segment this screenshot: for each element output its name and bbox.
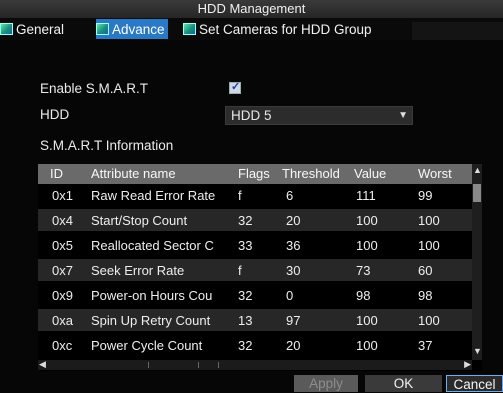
- tab-icon: [183, 23, 196, 35]
- column-header-value[interactable]: Value: [354, 166, 386, 181]
- table-cell: 100: [418, 313, 440, 328]
- scroll-right-icon[interactable]: ▶: [464, 359, 471, 370]
- scroll-left-icon[interactable]: ◀: [39, 359, 46, 370]
- scroll-down-icon[interactable]: ▼: [473, 346, 482, 356]
- table-cell: 20: [286, 213, 301, 228]
- table-cell: f: [238, 263, 242, 278]
- table-cell: 33: [238, 238, 253, 253]
- table-cell: 60: [418, 263, 433, 278]
- hdd-management-window: HDD Management General Advance Set Camer…: [0, 0, 503, 393]
- column-header-flags[interactable]: Flags: [238, 166, 270, 181]
- tab-advance-label: Advance: [112, 21, 165, 37]
- table-cell: 0xc: [52, 338, 73, 353]
- tab-general-label: General: [16, 21, 65, 37]
- table-cell: 100: [356, 338, 378, 353]
- table-cell: 100: [418, 238, 440, 253]
- table-row[interactable]: 0xc Power Cycle Count 32 20 100 37: [38, 334, 472, 356]
- table-cell: 13: [238, 313, 253, 328]
- scroll-tick: [198, 362, 199, 368]
- table-cell: 32: [238, 288, 253, 303]
- cancel-button[interactable]: Cancel: [446, 375, 503, 392]
- table-cell: 0x5: [52, 238, 73, 253]
- table-cell: 0x1: [52, 188, 73, 203]
- hdd-label: HDD: [40, 107, 70, 122]
- scroll-thumb[interactable]: [473, 184, 481, 202]
- table-cell: 20: [286, 338, 301, 353]
- table-cell: 73: [356, 263, 371, 278]
- tab-icon: [0, 23, 13, 35]
- horizontal-scrollbar[interactable]: ◀ ▶: [38, 359, 472, 370]
- table-row[interactable]: 0x9 Power-on Hours Cou 32 0 98 98: [38, 284, 472, 306]
- table-cell: 100: [418, 213, 440, 228]
- column-header-worst[interactable]: Worst: [418, 166, 452, 181]
- table-cell: 0x7: [52, 263, 73, 278]
- table-cell: Raw Read Error Rate: [91, 188, 216, 203]
- table-row[interactable]: 0x5 Reallocated Sector C 33 36 100 100: [38, 234, 472, 256]
- scroll-tick: [148, 362, 149, 368]
- table-cell: 32: [238, 213, 253, 228]
- table-cell: 100: [356, 313, 378, 328]
- table-cell: 0x4: [52, 213, 73, 228]
- table-cell: Power-on Hours Cou: [91, 288, 213, 303]
- table-cell: 99: [418, 188, 433, 203]
- table-cell: 32: [238, 338, 253, 353]
- tab-set-cameras[interactable]: Set Cameras for HDD Group: [183, 19, 372, 39]
- table-cell: Power Cycle Count: [91, 338, 203, 353]
- hdd-select[interactable]: HDD 5 ▼: [225, 106, 413, 125]
- table-cell: 30: [286, 263, 301, 278]
- window-title: HDD Management: [0, 0, 503, 18]
- table-cell: 6: [286, 188, 294, 203]
- ok-button[interactable]: OK: [365, 375, 442, 392]
- column-header-id[interactable]: ID: [50, 166, 63, 181]
- table-header: ID Attribute name Flags Threshold Value …: [38, 164, 472, 184]
- table-cell: 100: [356, 238, 378, 253]
- hdd-select-value: HDD 5: [231, 108, 272, 123]
- tab-strip-filler: [412, 22, 503, 40]
- scroll-tick: [218, 362, 219, 368]
- smart-info-label: S.M.A.R.T Information: [40, 138, 174, 153]
- table-cell: 111: [356, 188, 376, 203]
- enable-smart-checkbox[interactable]: ✓: [229, 81, 241, 94]
- table-cell: Spin Up Retry Count: [91, 313, 211, 328]
- chevron-down-icon: ▼: [398, 110, 408, 121]
- table-cell: 0x9: [52, 288, 73, 303]
- table-row[interactable]: 0x4 Start/Stop Count 32 20 100 100: [38, 209, 472, 231]
- column-header-threshold[interactable]: Threshold: [282, 166, 340, 181]
- column-header-attribute-name[interactable]: Attribute name: [91, 166, 176, 181]
- table-cell: 98: [356, 288, 371, 303]
- table-cell: Start/Stop Count: [91, 213, 188, 228]
- table-cell: Reallocated Sector C: [91, 238, 214, 253]
- table-cell: Seek Error Rate: [91, 263, 185, 278]
- table-row[interactable]: 0x7 Seek Error Rate f 30 73 60: [38, 259, 472, 281]
- apply-button[interactable]: Apply: [294, 375, 358, 392]
- tab-general[interactable]: General: [0, 19, 64, 39]
- table-row[interactable]: 0x1 Raw Read Error Rate f 6 111 99: [38, 184, 472, 206]
- table-row[interactable]: 0xa Spin Up Retry Count 13 97 100 100: [38, 309, 472, 331]
- scroll-up-icon[interactable]: ▲: [473, 165, 482, 175]
- table-cell: 37: [418, 338, 433, 353]
- table-cell: 100: [356, 213, 378, 228]
- table-cell: 0: [286, 288, 294, 303]
- vertical-scrollbar[interactable]: ▲ ▼: [472, 164, 482, 360]
- smart-table: ID Attribute name Flags Threshold Value …: [38, 164, 482, 371]
- enable-smart-label: Enable S.M.A.R.T: [40, 81, 149, 96]
- tab-set-cameras-label: Set Cameras for HDD Group: [199, 21, 372, 37]
- table-cell: 97: [286, 313, 301, 328]
- table-cell: 98: [418, 288, 433, 303]
- table-cell: 0xa: [52, 313, 73, 328]
- tab-advance[interactable]: Advance: [96, 19, 168, 39]
- checkmark-icon: ✓: [231, 81, 241, 93]
- table-cell: f: [238, 188, 242, 203]
- tab-icon: [96, 23, 109, 35]
- table-cell: 36: [286, 238, 301, 253]
